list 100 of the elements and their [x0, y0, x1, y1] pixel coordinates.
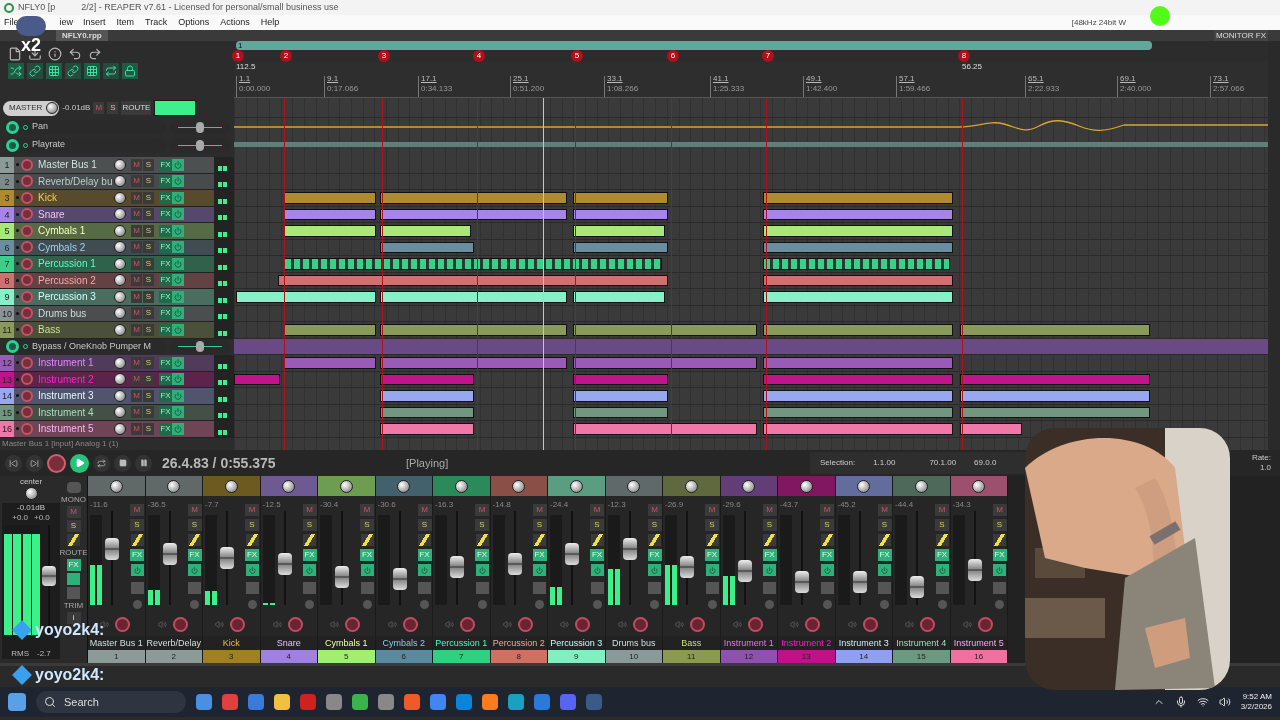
track-row-background[interactable]: 11 Bass M S FX	[0, 322, 214, 338]
menu-item[interactable]: iew	[59, 15, 74, 30]
marker[interactable]: 3	[378, 50, 390, 62]
strip-name[interactable]: Reverb/Delay	[145, 636, 202, 650]
fx-button[interactable]: FX	[159, 241, 172, 254]
strip-name[interactable]: Snare	[260, 636, 317, 650]
track-name[interactable]: Instrument 5	[38, 421, 114, 437]
solo-button[interactable]: S	[143, 191, 154, 204]
track-name[interactable]: Cymbals 2	[38, 239, 114, 255]
fx-button[interactable]: FX	[159, 307, 172, 320]
strip-name[interactable]: Kick	[203, 636, 260, 650]
menu-item[interactable]: Item	[116, 15, 135, 30]
menu-item[interactable]: Help	[260, 15, 280, 30]
track-name[interactable]: Percussion 2	[38, 272, 114, 288]
solo-button[interactable]: S	[143, 406, 154, 419]
solo-button[interactable]: S	[143, 307, 154, 320]
solo-button[interactable]: S	[143, 356, 154, 369]
master-pill[interactable]: MASTER	[3, 100, 60, 116]
track-row-background[interactable]: 8 Percussion 2 M S FX	[0, 272, 214, 288]
solo-button[interactable]: S	[143, 274, 154, 287]
solo-button[interactable]: S	[475, 519, 489, 531]
monitor-fx-button[interactable]: MONITOR FX	[1213, 30, 1268, 41]
selection-length[interactable]: 69.0.0	[974, 457, 997, 469]
clock-time[interactable]: 9:52 AM	[1242, 692, 1272, 702]
track-row-background[interactable]: 7 Percussion 1 M S FX	[0, 256, 214, 272]
marker[interactable]: 2	[280, 50, 292, 62]
marker[interactable]: 1	[232, 50, 244, 62]
track-row-background[interactable]: 5 Cymbals 1 M S FX	[0, 223, 214, 239]
track-name[interactable]: Percussion 3	[38, 289, 114, 305]
selection-start[interactable]: 1.1.00	[873, 457, 896, 469]
solo-button[interactable]: S	[245, 519, 259, 531]
solo-button[interactable]: S	[705, 519, 719, 531]
strip-name[interactable]: Master Bus 1	[88, 636, 145, 650]
track-name[interactable]: Instrument 3	[38, 388, 114, 404]
marker[interactable]: 5	[571, 50, 583, 62]
fx-button[interactable]: FX	[159, 389, 172, 402]
marker[interactable]: 6	[667, 50, 679, 62]
marker[interactable]: 7	[762, 50, 774, 62]
fx-button[interactable]: FX	[159, 224, 172, 237]
solo-button[interactable]: S	[143, 323, 154, 336]
track-name[interactable]: Drums bus	[38, 305, 114, 321]
rate-value[interactable]: 1.0	[1259, 463, 1271, 473]
menu-item[interactable]: Insert	[83, 15, 106, 30]
strip-name[interactable]: Instrument 4	[893, 636, 950, 650]
track-row-background[interactable]: 14 Instrument 3 M S FX	[0, 388, 214, 404]
selection-end[interactable]: 70.1.00	[929, 457, 957, 469]
fx-button[interactable]: FX	[159, 422, 172, 435]
route-button[interactable]: ROUTE	[121, 101, 152, 115]
solo-button[interactable]: S	[360, 519, 374, 531]
menu-item[interactable]: Track	[145, 15, 168, 30]
marker[interactable]: 8	[958, 50, 970, 62]
solo-button[interactable]: S	[143, 373, 154, 386]
track-row-background[interactable]: 6 Cymbals 2 M S FX	[0, 239, 214, 255]
solo-button[interactable]: S	[66, 520, 81, 532]
solo-button[interactable]: S	[935, 519, 949, 531]
strip-name[interactable]: Instrument 1	[720, 636, 777, 650]
track-row-background[interactable]: 3 Kick M S FX	[0, 190, 214, 206]
track-name[interactable]: Percussion 1	[38, 256, 114, 272]
track-name[interactable]: Instrument 4	[38, 404, 114, 420]
solo-button[interactable]: S	[417, 519, 432, 531]
solo-button[interactable]: S	[143, 208, 154, 221]
solo-button[interactable]: S	[762, 519, 777, 531]
track-row-background[interactable]: 16 Instrument 5 M S FX	[0, 421, 214, 437]
track-name[interactable]: Snare	[38, 206, 114, 222]
strip-name[interactable]: Percussion 2	[490, 636, 547, 650]
strip-name[interactable]: Instrument 3	[835, 636, 892, 650]
track-name[interactable]: Bass	[38, 322, 114, 338]
fx-button[interactable]: FX	[159, 175, 172, 188]
strip-name[interactable]: Instrument 5	[950, 636, 1007, 650]
meter-mode[interactable]: RMS	[11, 649, 29, 659]
solo-button[interactable]: S	[590, 519, 604, 531]
solo-button[interactable]: S	[130, 519, 144, 531]
track-name[interactable]: Reverb/Delay bu	[38, 173, 114, 189]
track-row-background[interactable]: 12 Instrument 1 M S FX	[0, 355, 214, 371]
menu-item[interactable]: Options	[178, 15, 210, 30]
fx-button[interactable]: FX	[159, 356, 172, 369]
solo-button[interactable]: S	[143, 422, 154, 435]
track-name[interactable]: Instrument 2	[38, 371, 114, 387]
solo-button[interactable]: S	[302, 519, 317, 531]
strip-name[interactable]: Drums bus	[605, 636, 662, 650]
strip-name[interactable]: Cymbals 1	[318, 636, 375, 650]
fx-button[interactable]: FX	[159, 274, 172, 287]
solo-button[interactable]: S	[992, 519, 1007, 531]
track-row-background[interactable]: 1 Master Bus 1 M S FX	[0, 157, 214, 173]
clock-date[interactable]: 3/2/2026	[1240, 702, 1272, 712]
strip-name[interactable]: Percussion 3	[548, 636, 605, 650]
solo-button[interactable]: S	[143, 175, 154, 188]
solo-button[interactable]: S	[143, 290, 154, 303]
solo-button[interactable]: S	[143, 158, 154, 171]
track-name[interactable]: Kick	[38, 190, 114, 206]
track-row-background[interactable]: 15 Instrument 4 M S FX	[0, 404, 214, 420]
solo-button[interactable]: S	[143, 389, 154, 402]
solo-button[interactable]: S	[107, 102, 119, 114]
solo-button[interactable]: S	[532, 519, 547, 531]
track-row-background[interactable]: 2 Reverb/Delay bu M S FX	[0, 173, 214, 189]
menu-item[interactable]: File	[4, 15, 19, 30]
search-field[interactable]: Search	[36, 691, 186, 713]
solo-button[interactable]: S	[187, 519, 202, 531]
loop-bar[interactable]: 1	[236, 41, 1152, 50]
strip-name[interactable]: Instrument 2	[778, 636, 835, 650]
